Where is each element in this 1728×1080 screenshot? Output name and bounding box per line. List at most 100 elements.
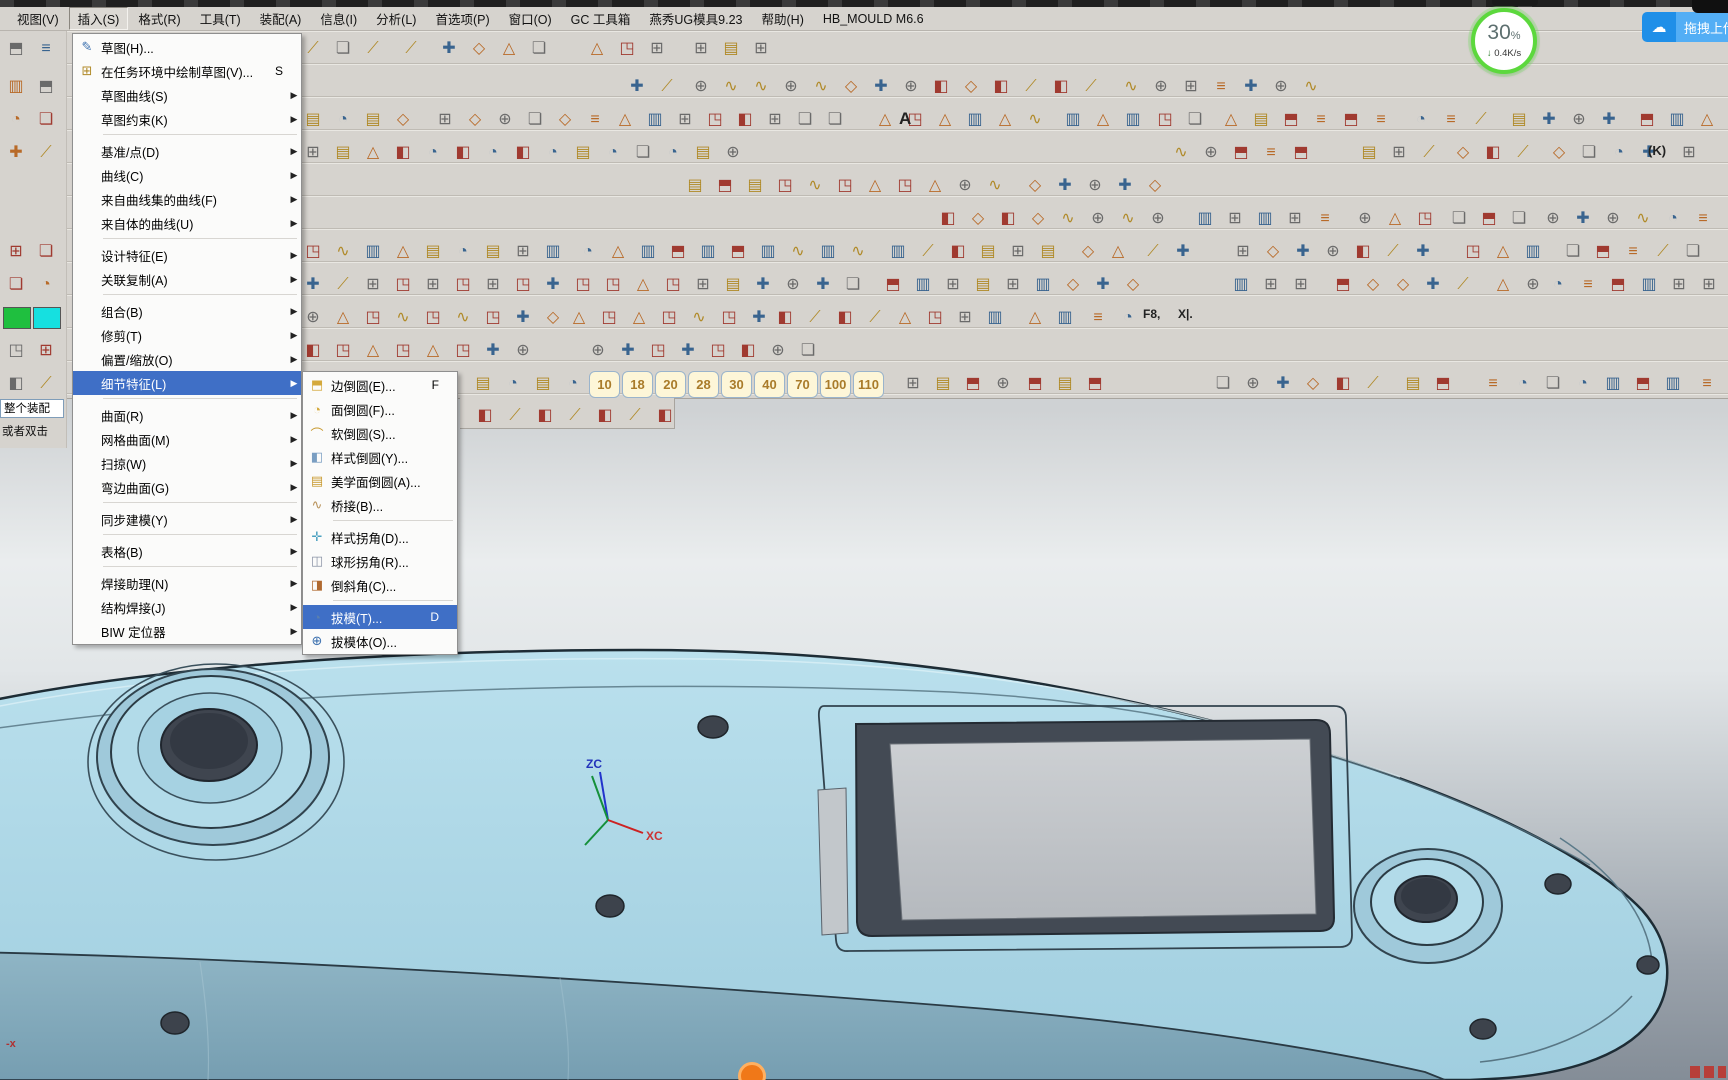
toolbar-icon[interactable]: ◔ [575,239,601,265]
menu-item-soft-blend[interactable]: ⌒软倒圆(S)... [303,421,457,445]
toolbar-icon[interactable]: ⊞ [360,272,386,298]
toolbar-icon[interactable]: ⊕ [720,140,746,166]
toolbar-icon[interactable]: ▥ [1636,272,1662,298]
toolbar-icon[interactable]: ✚ [1090,272,1116,298]
toolbar-icon[interactable]: ⬒ [725,239,751,265]
toolbar-icon[interactable]: ⟋ [915,239,941,265]
toolbar-icon[interactable]: ◇ [1390,272,1416,298]
toolbar-icon[interactable]: ◔ [1570,371,1596,397]
toolbar-icon[interactable]: ⬒ [1022,371,1048,397]
toolbar-icon[interactable]: ⊕ [1085,206,1111,232]
toolbar-icon[interactable]: ⊕ [952,173,978,199]
menu-item-detail-feature[interactable]: 细节特征(L)▶ [73,371,301,395]
toolbar-icon[interactable]: △ [872,107,898,133]
menubar-view[interactable]: 视图(V) [8,7,68,30]
toolbar-icon[interactable]: ≡ [1368,107,1394,133]
toolbar-icon[interactable]: ◇ [540,305,566,331]
toolbar-icon[interactable]: ❏ [1540,371,1566,397]
toolbar-icon[interactable]: ◳ [300,239,326,265]
dock-icon[interactable]: ⊞ [33,338,59,364]
toolbar-icon[interactable]: △ [892,305,918,331]
toolbar-icon[interactable]: ✚ [480,338,506,364]
toolbar-icon[interactable]: ▤ [470,371,496,397]
menubar-help[interactable]: 帮助(H) [753,7,813,30]
toolbar-icon[interactable]: ❏ [1210,371,1236,397]
toolbar-icon[interactable]: ⊞ [420,272,446,298]
toolbar-icon[interactable]: ⊕ [1320,239,1346,265]
dock-icon[interactable]: ◳ [3,338,29,364]
toolbar-icon[interactable]: ⬒ [1430,371,1456,397]
toolbar-icon[interactable]: ◳ [832,173,858,199]
toolbar-icon[interactable]: ◧ [450,140,476,166]
toolbar-icon[interactable]: ▥ [1120,107,1146,133]
toolbar-icon[interactable]: ∿ [718,74,744,100]
toolbar-icon[interactable]: ✚ [750,272,776,298]
toolbar-icon[interactable]: ▤ [360,107,386,133]
toolbar-icon[interactable]: ◔ [540,140,566,166]
toolbar-icon[interactable]: ◔ [330,107,356,133]
toolbar-icon[interactable]: ⟋ [802,305,828,331]
menu-item-sketch-constraint[interactable]: 草图约束(K)▶ [73,107,301,131]
toolbar-icon[interactable]: ⊕ [1268,74,1294,100]
toolbar-icon[interactable]: ◧ [732,107,758,133]
toolbar-icon[interactable]: ◧ [1480,140,1506,166]
toolbar-icon[interactable]: ▥ [360,239,386,265]
toolbar-icon[interactable]: ◧ [390,140,416,166]
toolbar-icon[interactable]: △ [420,338,446,364]
toolbar-icon[interactable]: ◇ [1075,239,1101,265]
menubar-information[interactable]: 信息(I) [311,7,366,30]
toolbar-icon[interactable]: ▥ [885,239,911,265]
toolbar-icon[interactable]: ✚ [436,36,462,62]
toolbar-icon[interactable]: ❏ [630,140,656,166]
toolbar-icon[interactable]: ≡ [1438,107,1464,133]
toolbar-icon[interactable]: ◳ [480,305,506,331]
toolbar-icon[interactable]: ◇ [1142,173,1168,199]
toolbar-icon[interactable]: ≡ [1575,272,1601,298]
toolbar-icon[interactable]: ◳ [922,305,948,331]
toolbar-icon[interactable]: ⊞ [1696,272,1722,298]
toolbar-icon[interactable]: ❏ [1576,140,1602,166]
menu-item-styled-corner[interactable]: ✛样式拐角(D)... [303,525,457,549]
toolbar-icon[interactable]: ◇ [965,206,991,232]
toolbar-icon[interactable]: ⟋ [562,403,588,429]
toolbar-icon[interactable]: ▤ [682,173,708,199]
toolbar-icon[interactable]: △ [584,36,610,62]
toolbar-icon[interactable]: ▥ [1052,305,1078,331]
toolbar-icon[interactable]: ◧ [592,403,618,429]
toolbar-icon[interactable]: ≡ [1208,74,1234,100]
toolbar-icon[interactable]: ▥ [1228,272,1254,298]
toolbar-icon[interactable]: ◇ [1060,272,1086,298]
toolbar-icon[interactable]: ⊕ [492,107,518,133]
toolbar-icon[interactable]: ⊕ [1540,206,1566,232]
toolbar-icon[interactable]: ✚ [810,272,836,298]
toolbar-icon[interactable]: ▤ [1248,107,1274,133]
dock-icon[interactable]: ⟋ [33,371,59,397]
toolbar-icon[interactable]: △ [1382,206,1408,232]
toolbar-icon[interactable]: ≡ [1258,140,1284,166]
menubar-hb-mould[interactable]: HB_MOULD M6.6 [814,10,933,28]
menu-item-surface[interactable]: 曲面(R)▶ [73,403,301,427]
toolbar-icon[interactable]: ◔ [1660,206,1686,232]
toolbar-icon[interactable]: ⟋ [1510,140,1536,166]
menu-item-offset-scale[interactable]: 偏置/缩放(O)▶ [73,347,301,371]
toolbar-icon[interactable]: ⟋ [1416,140,1442,166]
toolbar-icon[interactable]: ⬒ [1476,206,1502,232]
menu-item-biw-locator[interactable]: BIW 定位器▶ [73,619,301,643]
toolbar-icon[interactable]: ◇ [1260,239,1286,265]
toolbar-icon[interactable]: ▤ [690,140,716,166]
toolbar-icon[interactable]: ✚ [675,338,701,364]
toolbar-icon[interactable]: ◧ [772,305,798,331]
toolbar-icon[interactable]: ✚ [1270,371,1296,397]
toolbar-icon[interactable]: ✚ [1290,239,1316,265]
toolbar-icon[interactable]: ⊕ [1198,140,1224,166]
toolbar-icon[interactable]: ∿ [785,239,811,265]
toolbar-icon[interactable]: ◧ [532,403,558,429]
toolbar-icon[interactable]: ◳ [772,173,798,199]
toolbar-icon[interactable]: ⊞ [940,272,966,298]
menu-item-face-blend[interactable]: ◔面倒圆(F)... [303,397,457,421]
toolbar-icon[interactable]: ∿ [845,239,871,265]
toolbar-icon[interactable]: ◇ [552,107,578,133]
menu-item-curve-from-curves[interactable]: 来自曲线集的曲线(F)▶ [73,187,301,211]
toolbar-icon[interactable]: ◳ [716,305,742,331]
toolbar-icon[interactable]: ◔ [1545,272,1571,298]
